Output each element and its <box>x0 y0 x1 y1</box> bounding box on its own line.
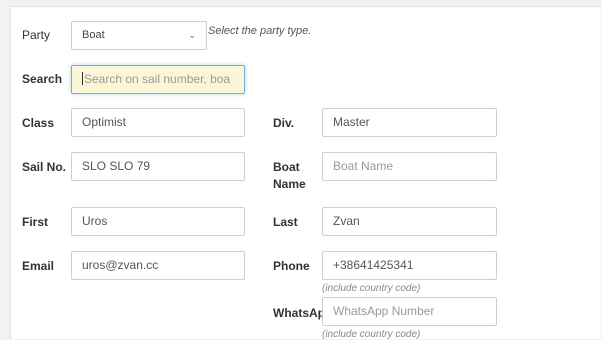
party-select-value: Boat <box>82 29 105 41</box>
div-label: Div. <box>273 116 295 130</box>
search-placeholder: Search on sail number, boa <box>84 72 231 86</box>
last-label: Last <box>273 215 298 229</box>
email-label: Email <box>22 259 55 273</box>
chevron-down-icon: ⌄ <box>188 30 196 40</box>
boat-name-label-line2: Name <box>273 177 306 191</box>
div-input[interactable]: Master <box>322 108 497 137</box>
party-hint: Select the party type. <box>208 25 312 37</box>
phone-label: Phone <box>273 259 310 273</box>
sail-no-label: Sail No. <box>22 160 67 174</box>
text-cursor <box>82 72 83 86</box>
last-name-input[interactable]: Zvan <box>322 207 497 236</box>
whatsapp-label: WhatsAp <box>273 306 323 320</box>
sail-no-input[interactable]: SLO SLO 79 <box>71 152 245 181</box>
first-label: First <box>22 215 49 229</box>
phone-input[interactable]: +38641425341 <box>322 251 497 280</box>
registration-form: Party Boat ⌄ Select the party type. Sear… <box>10 6 601 340</box>
class-label: Class <box>22 116 55 130</box>
boat-name-input[interactable]: Boat Name <box>322 152 497 181</box>
phone-note: (include country code) <box>322 283 421 294</box>
search-label: Search <box>22 72 63 86</box>
whatsapp-note: (include country code) <box>322 329 421 340</box>
search-input[interactable]: Search on sail number, boa <box>71 65 245 94</box>
party-select[interactable]: Boat ⌄ <box>71 21 207 50</box>
boat-name-label-line1: Boat <box>273 160 300 174</box>
party-label: Party <box>22 28 51 42</box>
whatsapp-input[interactable]: WhatsApp Number <box>322 297 497 326</box>
class-input[interactable]: Optimist <box>71 108 245 137</box>
first-name-input[interactable]: Uros <box>71 207 245 236</box>
email-input[interactable]: uros@zvan.cc <box>71 251 245 280</box>
